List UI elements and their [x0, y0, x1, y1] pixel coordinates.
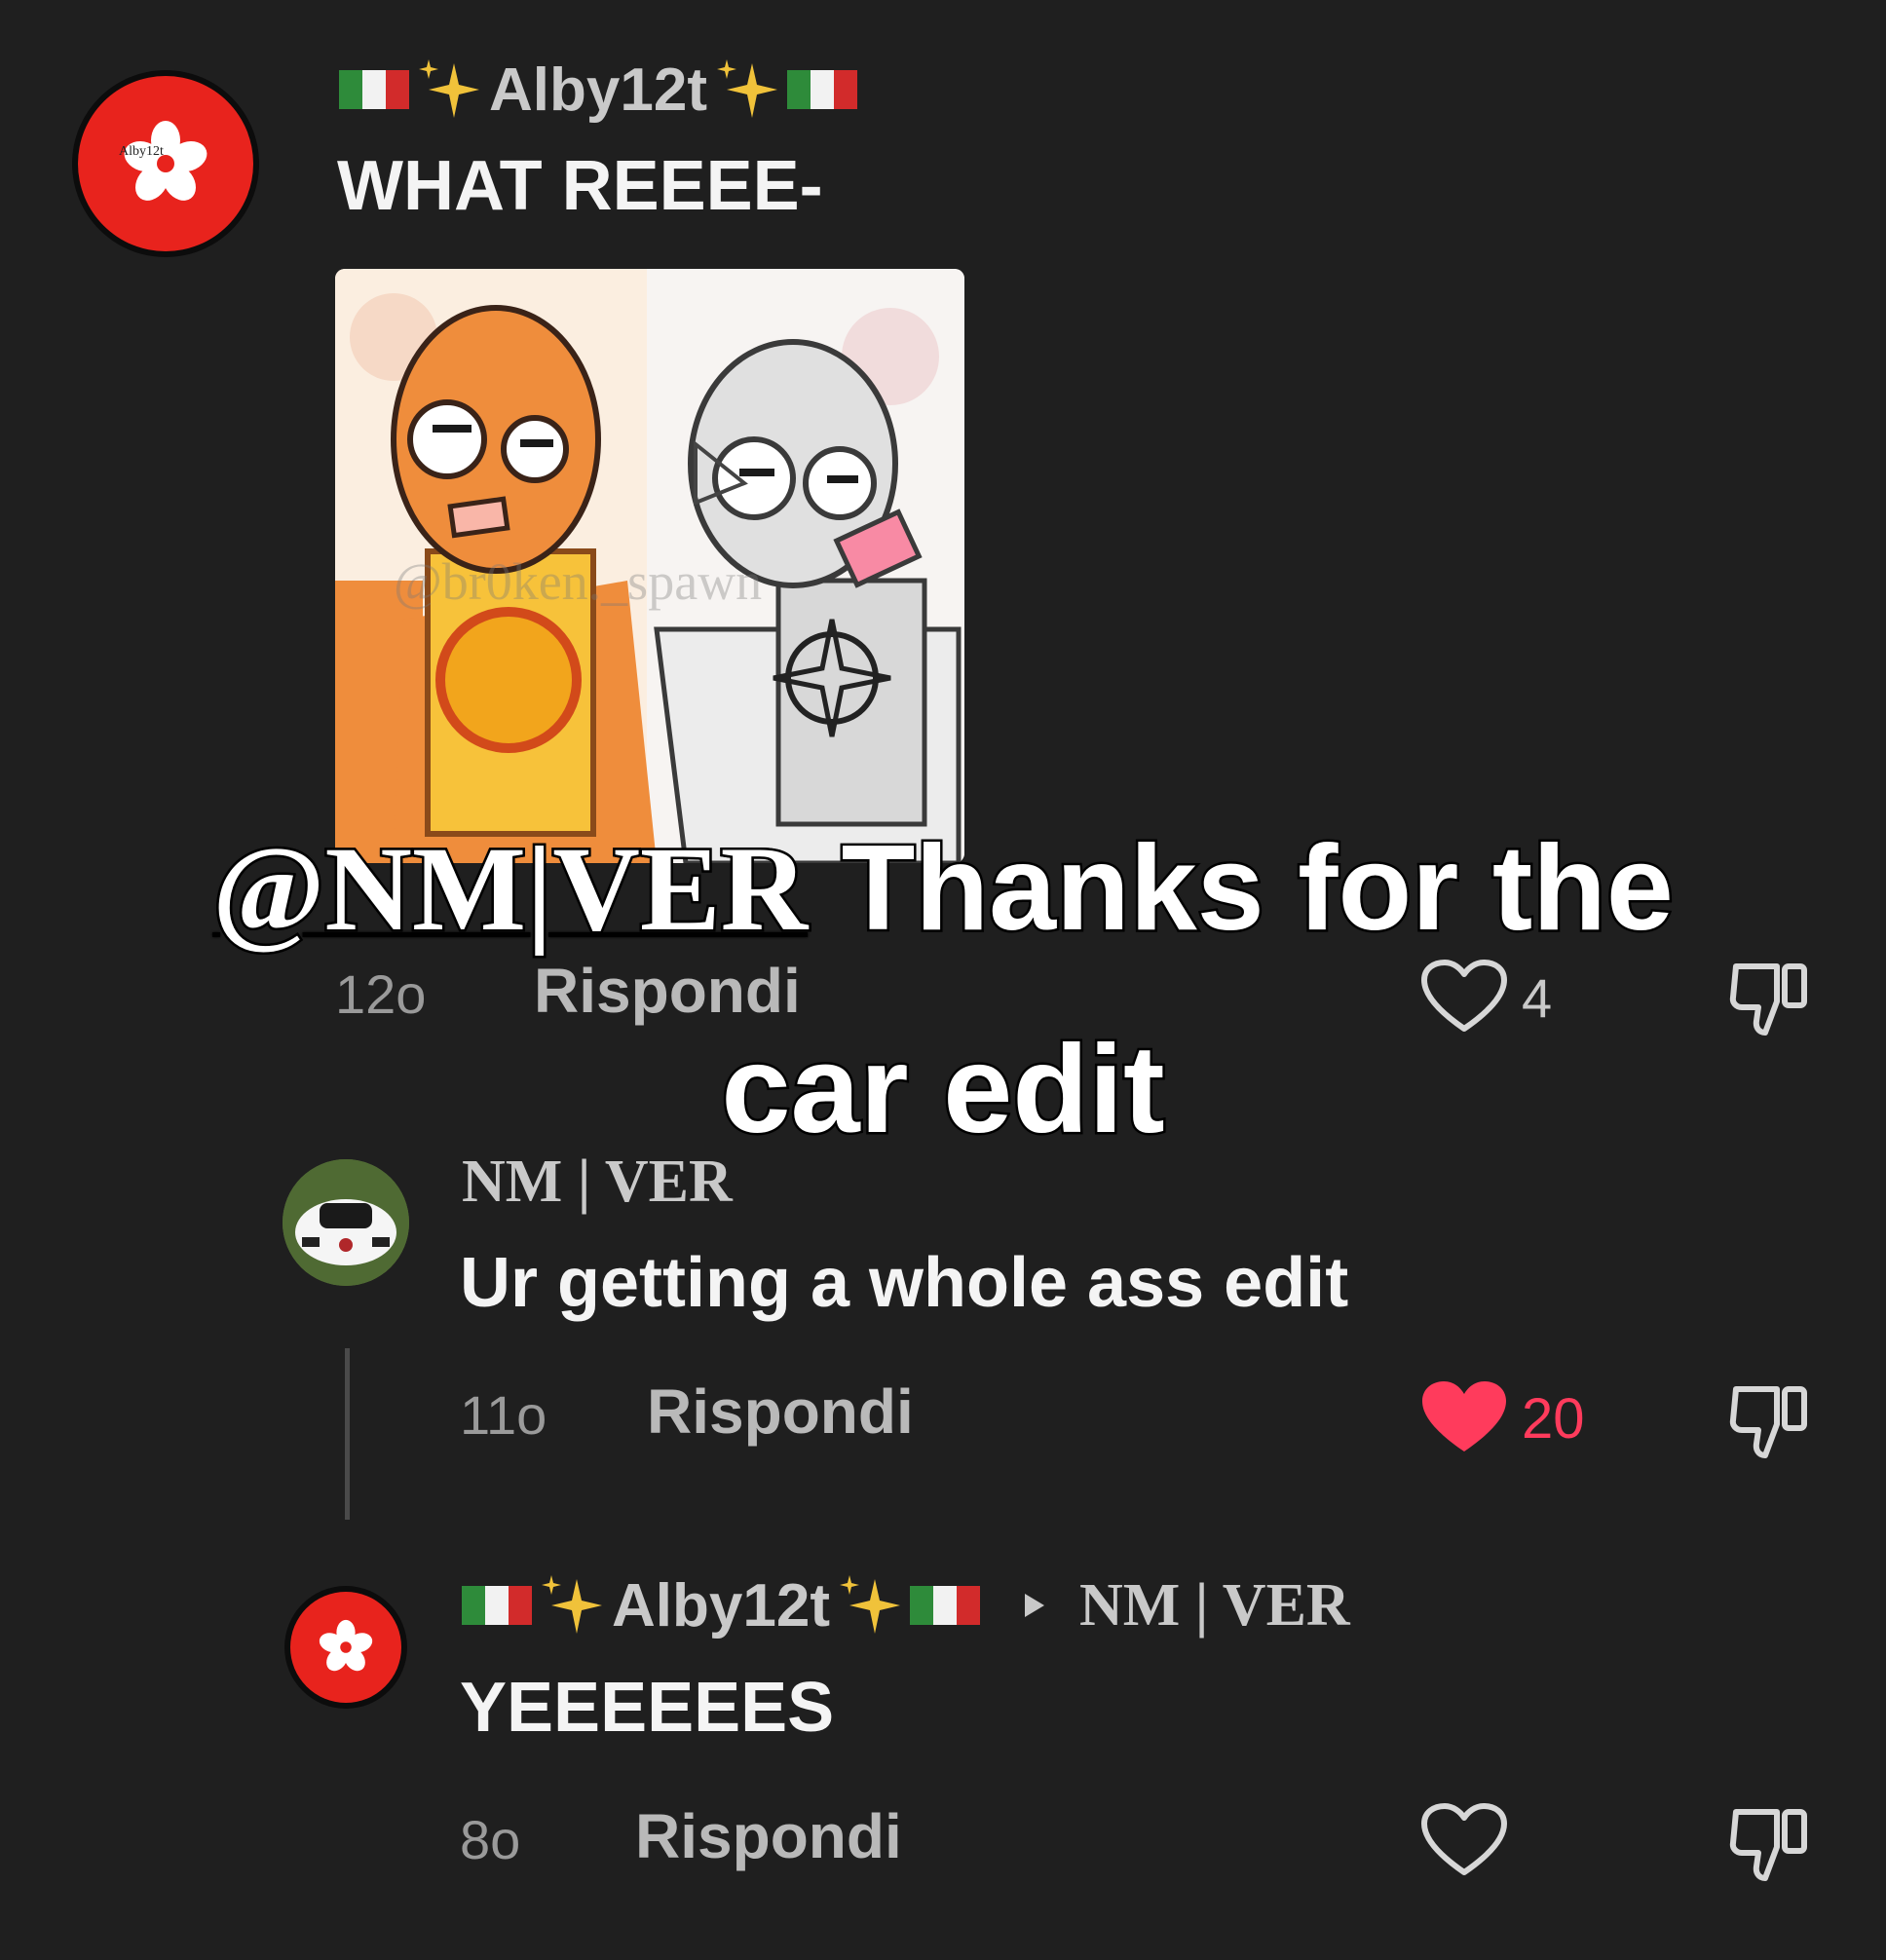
comment-image[interactable]: @br0ken._spawn: [335, 269, 964, 863]
comment-text: YEEEEEES: [460, 1669, 835, 1747]
sparkles-icon: [716, 59, 777, 118]
video-caption: @NM|VER Thanks for the car edit: [78, 826, 1808, 1159]
caption-line-2: car edit: [719, 1020, 1167, 1159]
reply-button[interactable]: Rispondi: [635, 1800, 902, 1872]
flower-icon: [319, 1619, 373, 1672]
comment-avatar[interactable]: [290, 1592, 401, 1703]
flower-icon: [124, 121, 207, 201]
like-count: 20: [1522, 1386, 1585, 1451]
caption-line-1: @NM|VER Thanks for the: [78, 826, 1808, 953]
sparkles-icon: [542, 1575, 602, 1634]
username: Alby12t: [612, 1571, 830, 1640]
username: Alby12t: [489, 56, 707, 124]
italy-flag-icon: [462, 1586, 532, 1625]
italy-flag-icon: [339, 70, 409, 109]
username: NM | VER: [462, 1149, 733, 1215]
heart-filled-icon: [1422, 1381, 1506, 1451]
comment-text: Ur getting a whole ass edit: [460, 1244, 1349, 1322]
comment-timestamp: 11o: [460, 1384, 547, 1446]
italy-flag-icon: [786, 70, 857, 109]
comment-text: WHAT REEEE-: [337, 147, 823, 225]
comment-username-row[interactable]: Alby12t: [339, 51, 857, 129]
reply-to-username[interactable]: NM | VER: [1079, 1571, 1350, 1640]
sparkles-icon: [419, 59, 479, 118]
caption-mention[interactable]: @NM|VER: [210, 822, 811, 956]
sparkles-icon: [839, 1575, 900, 1634]
thread-line: [345, 1348, 350, 1520]
dislike-icon[interactable]: [1726, 1804, 1816, 1882]
like-button[interactable]: 20: [1420, 1379, 1585, 1457]
like-button[interactable]: [1420, 1802, 1522, 1880]
car-avatar-image: [283, 1159, 409, 1286]
avatar-signature: Alby12t: [119, 144, 164, 159]
dislike-icon[interactable]: [1726, 1381, 1816, 1459]
comment-avatar[interactable]: [283, 1159, 409, 1286]
comment-username-row[interactable]: Alby12t NM | VER: [462, 1566, 1350, 1644]
heart-outline-icon: [1421, 1803, 1507, 1875]
comment-avatar[interactable]: Alby12t: [78, 76, 253, 251]
caption-text: Thanks for the: [808, 821, 1676, 956]
reply-button[interactable]: Rispondi: [647, 1376, 914, 1448]
comment-timestamp: 8o: [460, 1809, 521, 1870]
italy-flag-icon: [909, 1586, 980, 1625]
reply-arrow-icon: [1024, 1594, 1044, 1617]
image-watermark: @br0ken._spawn: [394, 552, 763, 611]
